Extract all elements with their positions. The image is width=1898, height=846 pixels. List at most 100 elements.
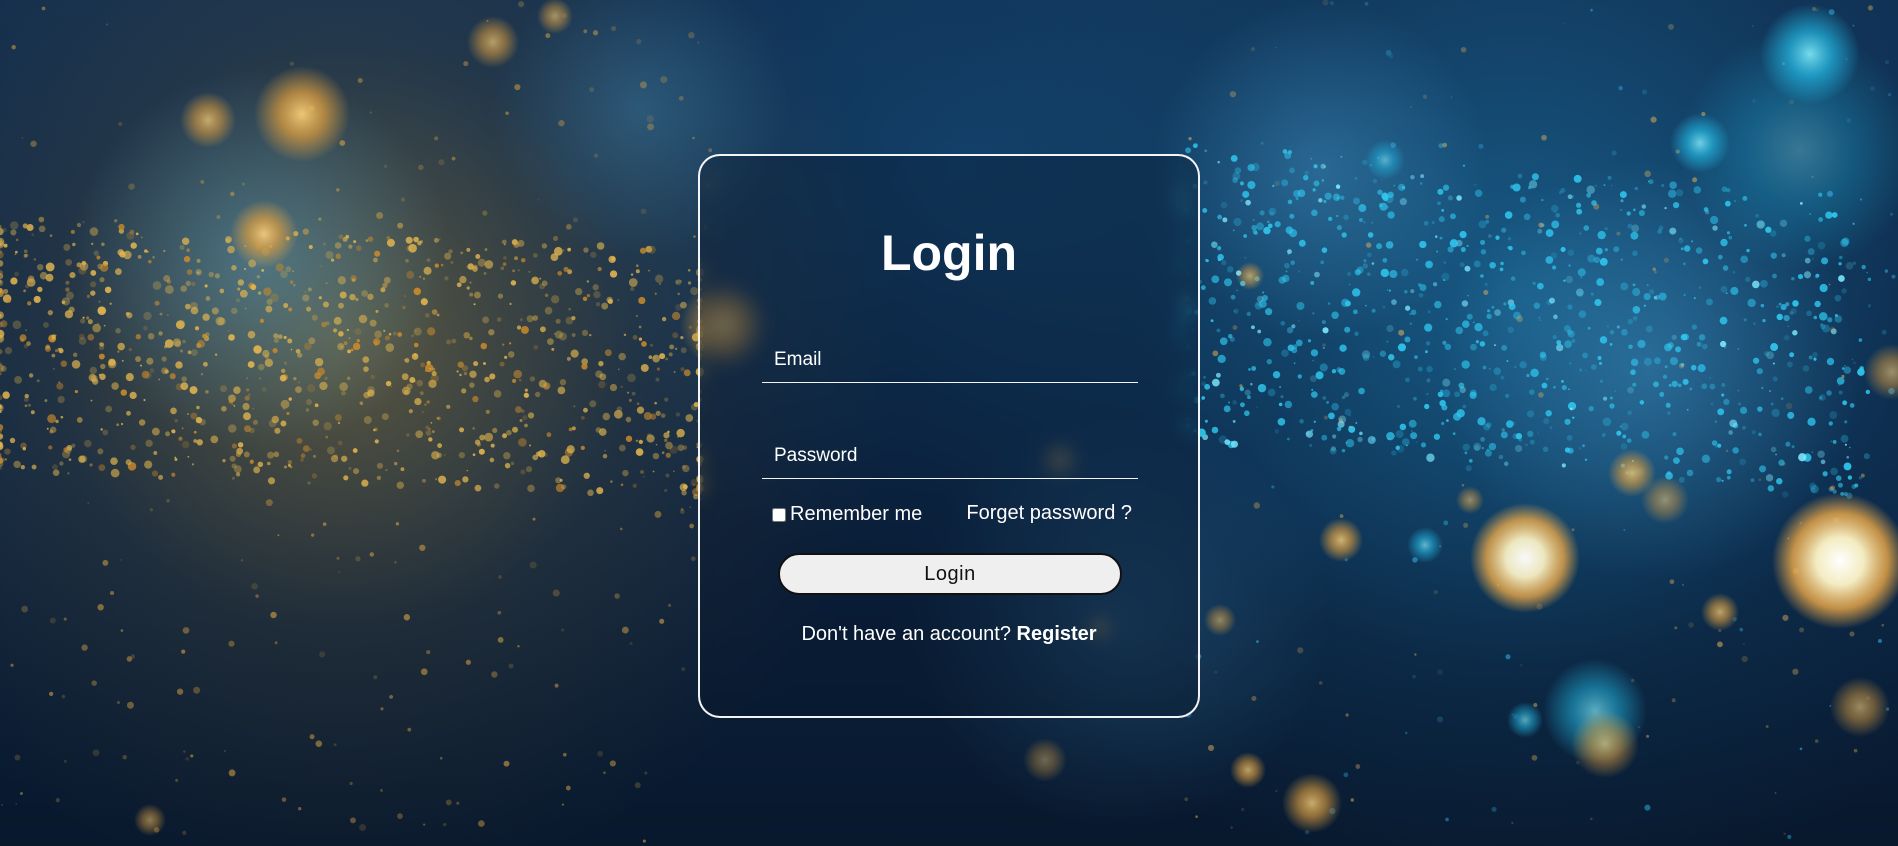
- background-gold-particle: [340, 345, 343, 348]
- background-gold-spark: [128, 183, 135, 190]
- background-gold-particle: [308, 337, 316, 345]
- background-mixed-spark: [1888, 387, 1895, 395]
- background-mixed-spark: [1718, 628, 1722, 633]
- background-cyan-particle: [1244, 256, 1247, 259]
- background-cyan-particle: [1192, 143, 1197, 148]
- background-gold-particle: [361, 479, 369, 487]
- background-gold-particle: [628, 278, 638, 287]
- background-cyan-particle: [1319, 363, 1328, 372]
- background-gold-particle: [612, 258, 615, 261]
- background-gold-spark: [21, 136, 24, 139]
- remember-me-control[interactable]: Remember me: [772, 503, 922, 526]
- background-gold-particle: [180, 349, 184, 353]
- background-gold-particle: [177, 319, 186, 328]
- background-gold-particle: [515, 257, 518, 260]
- background-cyan-particle: [1345, 439, 1355, 448]
- background-cyan-particle: [1500, 431, 1508, 439]
- background-mixed-spark: [1560, 187, 1566, 193]
- background-gold-particle: [90, 281, 97, 288]
- background-gold-spark: [235, 298, 241, 303]
- background-mixed-spark: [1304, 830, 1310, 835]
- background-cyan-particle: [1297, 374, 1302, 379]
- background-cyan-particle: [1639, 400, 1645, 405]
- background-cyan-particle: [1420, 442, 1427, 448]
- background-gold-spark: [426, 650, 431, 655]
- background-cyan-particle: [1682, 333, 1689, 341]
- background-gold-particle: [456, 282, 462, 288]
- background-gold-spark: [98, 342, 103, 346]
- background-gold-particle: [174, 457, 178, 462]
- background-cyan-particle: [1456, 195, 1462, 201]
- background-gold-particle: [189, 386, 198, 395]
- remember-me-checkbox[interactable]: [772, 507, 786, 522]
- background-gold-particle: [581, 329, 589, 337]
- background-mixed-spark: [1772, 376, 1778, 382]
- background-cyan-particle: [1473, 260, 1481, 268]
- background-gold-spark: [264, 354, 269, 359]
- background-gold-spark: [552, 235, 559, 242]
- background-gold-particle: [667, 430, 670, 434]
- background-gold-particle: [466, 247, 471, 252]
- background-gold-particle: [174, 456, 177, 459]
- background-cyan-particle: [1404, 290, 1408, 294]
- background-gold-particle: [78, 337, 87, 345]
- background-gold-spark: [552, 589, 560, 597]
- background-gold-particle: [51, 334, 56, 339]
- background-cyan-particle: [1693, 186, 1702, 194]
- background-gold-particle: [147, 332, 155, 340]
- background-gold-particle: [237, 287, 241, 291]
- background-gold-particle: [367, 386, 375, 394]
- background-mixed-spark: [1575, 760, 1580, 765]
- background-gold-particle: [555, 477, 562, 484]
- background-gold-particle: [512, 426, 519, 433]
- password-input[interactable]: [762, 434, 1138, 478]
- background-cyan-particle: [1785, 441, 1791, 447]
- background-cyan-particle: [1840, 492, 1845, 496]
- background-gold-particle: [0, 238, 2, 243]
- background-cyan-particle: [1341, 395, 1346, 400]
- background-gold-particle: [365, 239, 369, 243]
- background-cyan-particle: [1709, 376, 1712, 380]
- background-cyan-particle: [1498, 454, 1504, 460]
- background-mixed-spark: [1885, 707, 1890, 711]
- background-cyan-particle: [1691, 324, 1698, 330]
- background-mixed-spark: [1425, 341, 1431, 346]
- background-cyan-particle: [1404, 336, 1411, 343]
- register-link[interactable]: Register: [1017, 623, 1097, 645]
- background-cyan-particle: [1268, 207, 1277, 216]
- background-gold-spark: [621, 626, 629, 634]
- background-gold-particle: [306, 306, 312, 312]
- background-mixed-spark: [1758, 478, 1762, 482]
- background-gold-spark: [230, 191, 235, 197]
- background-cyan-particle: [1401, 185, 1406, 190]
- background-gold-spark: [419, 544, 426, 551]
- background-cyan-particle: [1462, 443, 1470, 451]
- background-gold-particle: [363, 415, 372, 424]
- background-gold-particle: [380, 287, 386, 293]
- background-gold-particle: [104, 286, 112, 294]
- background-gold-spark: [397, 813, 403, 820]
- background-cyan-particle: [1312, 312, 1315, 315]
- background-cyan-particle: [1272, 371, 1281, 379]
- background-cyan-particle: [1806, 310, 1812, 317]
- forgot-password-link[interactable]: Forget password ?: [966, 502, 1132, 525]
- background-gold-spark: [336, 188, 340, 192]
- background-gold-particle: [80, 318, 86, 324]
- background-gold-particle: [233, 405, 236, 407]
- background-cyan-particle: [1426, 365, 1433, 373]
- login-button[interactable]: Login: [778, 553, 1122, 595]
- background-cyan-particle: [1843, 491, 1848, 496]
- background-gold-particle: [321, 321, 327, 328]
- background-cyan-particle: [1278, 276, 1286, 284]
- background-cyan-particle: [1323, 199, 1327, 204]
- background-cyan-particle: [1411, 430, 1413, 432]
- background-gold-spark: [30, 140, 37, 147]
- background-gold-particle: [78, 455, 86, 463]
- background-cyan-particle: [1473, 442, 1482, 451]
- email-input[interactable]: [762, 338, 1138, 382]
- background-gold-particle: [494, 483, 500, 489]
- background-gold-particle: [580, 415, 585, 420]
- background-gold-particle: [99, 342, 105, 347]
- background-gold-particle: [115, 268, 122, 276]
- background-gold-particle: [305, 408, 310, 412]
